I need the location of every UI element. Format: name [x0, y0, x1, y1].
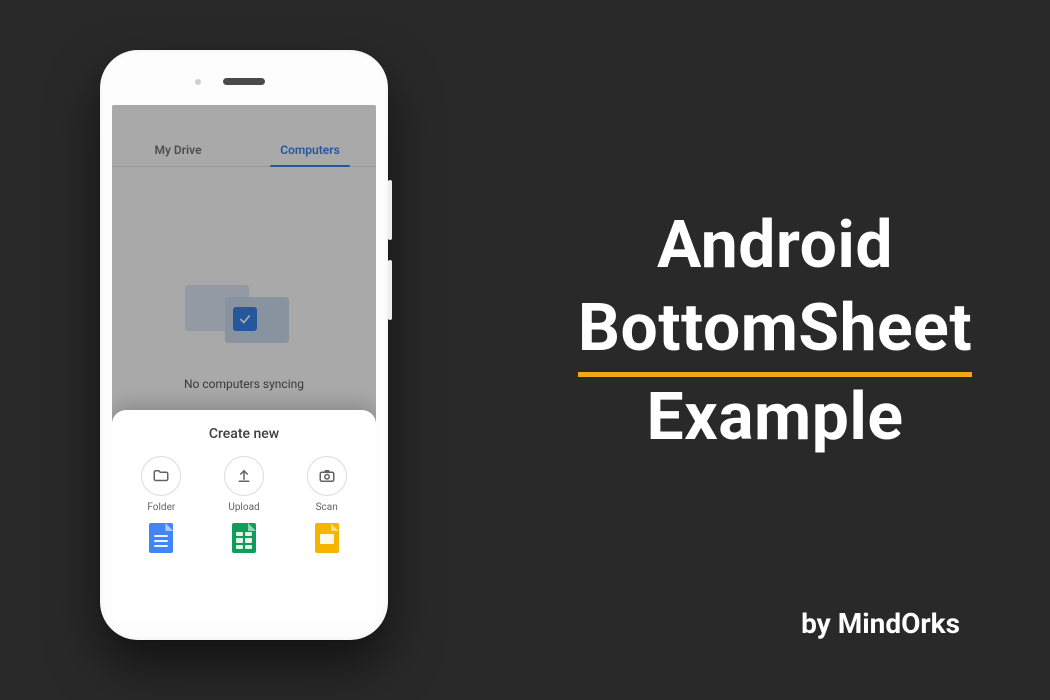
headline-line-1: Android [495, 205, 1050, 288]
google-sheets-icon [232, 523, 256, 553]
sheet-item-sheets[interactable] [203, 523, 286, 553]
sheet-item-docs[interactable] [120, 523, 203, 553]
upload-icon [224, 456, 264, 496]
bottom-sheet: Create new Folder [112, 410, 376, 622]
bottom-sheet-title: Create new [120, 426, 368, 442]
phone-frame: My Drive Computers No computers syncing [100, 50, 388, 640]
headline-line-2: BottomSheet [495, 288, 1050, 378]
google-slides-icon [315, 523, 339, 553]
sheet-item-slides[interactable] [285, 523, 368, 553]
headline-underlined-word: BottomSheet [578, 288, 972, 378]
sheet-item-label: Upload [228, 502, 259, 513]
headline-line-3: Example [495, 377, 1050, 460]
front-camera-dot [195, 79, 201, 85]
sheet-item-scan[interactable]: Scan [285, 456, 368, 513]
byline: by MindOrks [801, 607, 960, 640]
speaker-slot [223, 78, 265, 85]
bottom-sheet-grid: Folder Upload [120, 456, 368, 553]
folder-icon [141, 456, 181, 496]
camera-icon [307, 456, 347, 496]
sheet-item-label: Scan [316, 502, 338, 513]
google-docs-icon [149, 523, 173, 553]
sheet-item-upload[interactable]: Upload [203, 456, 286, 513]
phone-screen: My Drive Computers No computers syncing [112, 105, 376, 622]
slide-headline: Android BottomSheet Example [495, 205, 1050, 460]
sheet-item-label: Folder [147, 502, 175, 513]
sheet-item-folder[interactable]: Folder [120, 456, 203, 513]
